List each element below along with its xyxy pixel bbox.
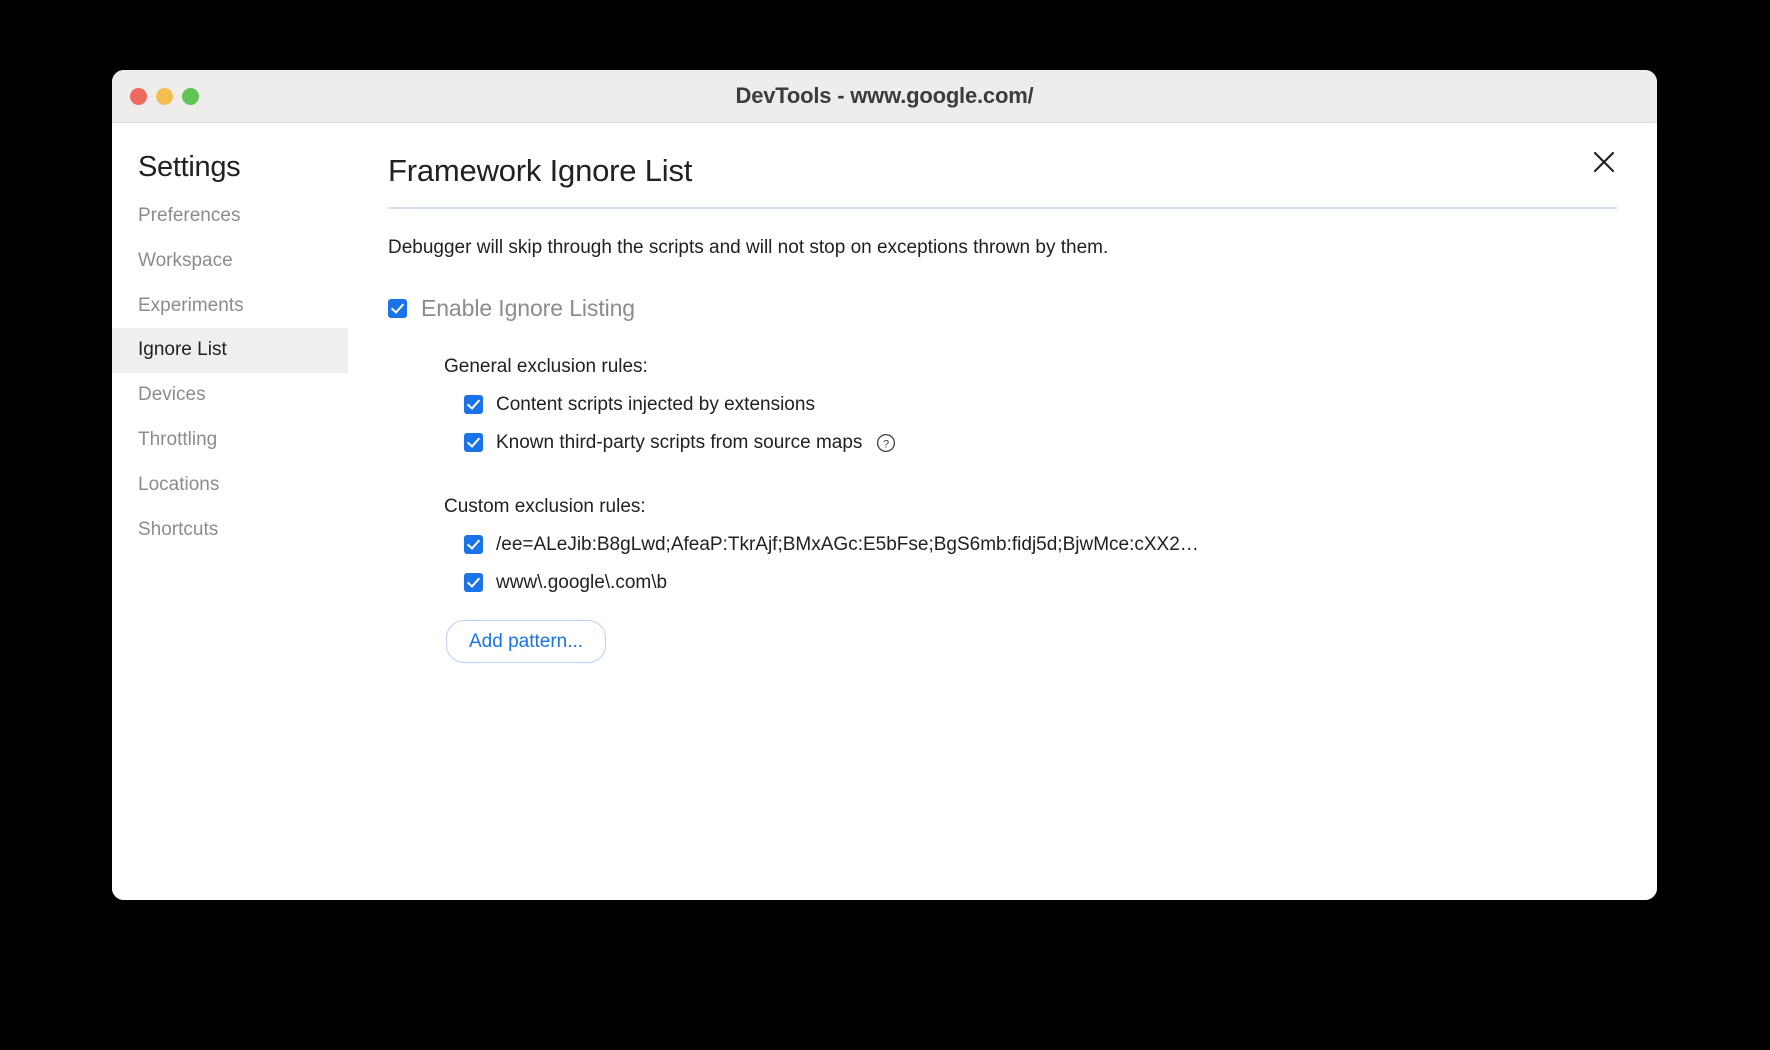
question-mark-circle-icon: ? xyxy=(877,433,896,452)
maximize-window-button[interactable] xyxy=(182,88,199,105)
custom-pattern-row-1[interactable]: /ee=ALeJib:B8gLwd;AfeaP:TkrAjf;BMxAGc:E5… xyxy=(464,534,1617,556)
close-window-button[interactable] xyxy=(130,88,147,105)
help-icon[interactable]: ? xyxy=(876,433,896,453)
panel-description: Debugger will skip through the scripts a… xyxy=(388,237,1109,258)
minimize-window-button[interactable] xyxy=(156,88,173,105)
sidebar-item-shortcuts[interactable]: Shortcuts xyxy=(112,508,348,553)
settings-main-panel: Framework Ignore List Debugger will skip… xyxy=(348,123,1657,900)
enable-ignore-listing-label: Enable Ignore Listing xyxy=(421,294,635,321)
general-exclusion-heading: General exclusion rules: xyxy=(444,355,648,377)
close-icon xyxy=(1593,151,1615,173)
third-party-scripts-label: Known third-party scripts from source ma… xyxy=(496,431,863,453)
sidebar-item-experiments[interactable]: Experiments xyxy=(112,284,348,329)
enable-ignore-listing-checkbox[interactable] xyxy=(388,298,407,318)
screen: DevTools - www.google.com/ Settings Pref… xyxy=(0,0,1770,1050)
sidebar-item-throttling[interactable]: Throttling xyxy=(112,418,348,463)
enable-ignore-listing-row[interactable]: Enable Ignore Listing xyxy=(388,295,1617,322)
custom-pattern-2-label: www\.google\.com\b xyxy=(496,571,668,593)
traffic-light-controls[interactable] xyxy=(130,70,199,123)
sidebar-item-ignore-list[interactable]: Ignore List xyxy=(112,328,348,374)
custom-pattern-row-2[interactable]: www\.google\.com\b xyxy=(464,572,1617,594)
window-titlebar: DevTools - www.google.com/ xyxy=(112,70,1657,123)
sidebar-item-preferences[interactable]: Preferences xyxy=(112,194,348,239)
content-scripts-checkbox[interactable] xyxy=(464,395,483,415)
sidebar-title: Settings xyxy=(138,151,241,183)
svg-text:?: ? xyxy=(883,438,889,450)
sidebar-item-locations[interactable]: Locations xyxy=(112,463,348,508)
sidebar-item-devices[interactable]: Devices xyxy=(112,373,348,418)
custom-pattern-1-checkbox[interactable] xyxy=(464,535,483,555)
custom-pattern-1-label: /ee=ALeJib:B8gLwd;AfeaP:TkrAjf;BMxAGc:E5… xyxy=(496,533,1199,555)
custom-exclusion-heading: Custom exclusion rules: xyxy=(444,495,646,517)
settings-sidebar: Settings Preferences Workspace Experimen… xyxy=(112,123,348,900)
devtools-window: DevTools - www.google.com/ Settings Pref… xyxy=(112,70,1657,900)
title-divider xyxy=(388,207,1617,209)
rule-row-content-scripts[interactable]: Content scripts injected by extensions xyxy=(464,394,1617,416)
close-settings-button[interactable] xyxy=(1587,145,1621,179)
page-title: Framework Ignore List xyxy=(388,153,693,188)
window-content: Settings Preferences Workspace Experimen… xyxy=(112,123,1657,900)
sidebar-item-workspace[interactable]: Workspace xyxy=(112,239,348,284)
add-pattern-button[interactable]: Add pattern... xyxy=(446,619,607,664)
content-scripts-label: Content scripts injected by extensions xyxy=(496,393,815,415)
custom-pattern-2-checkbox[interactable] xyxy=(464,573,483,593)
window-title: DevTools - www.google.com/ xyxy=(735,83,1034,108)
third-party-scripts-checkbox[interactable] xyxy=(464,433,483,453)
rule-row-third-party-scripts[interactable]: Known third-party scripts from source ma… xyxy=(464,432,1617,454)
